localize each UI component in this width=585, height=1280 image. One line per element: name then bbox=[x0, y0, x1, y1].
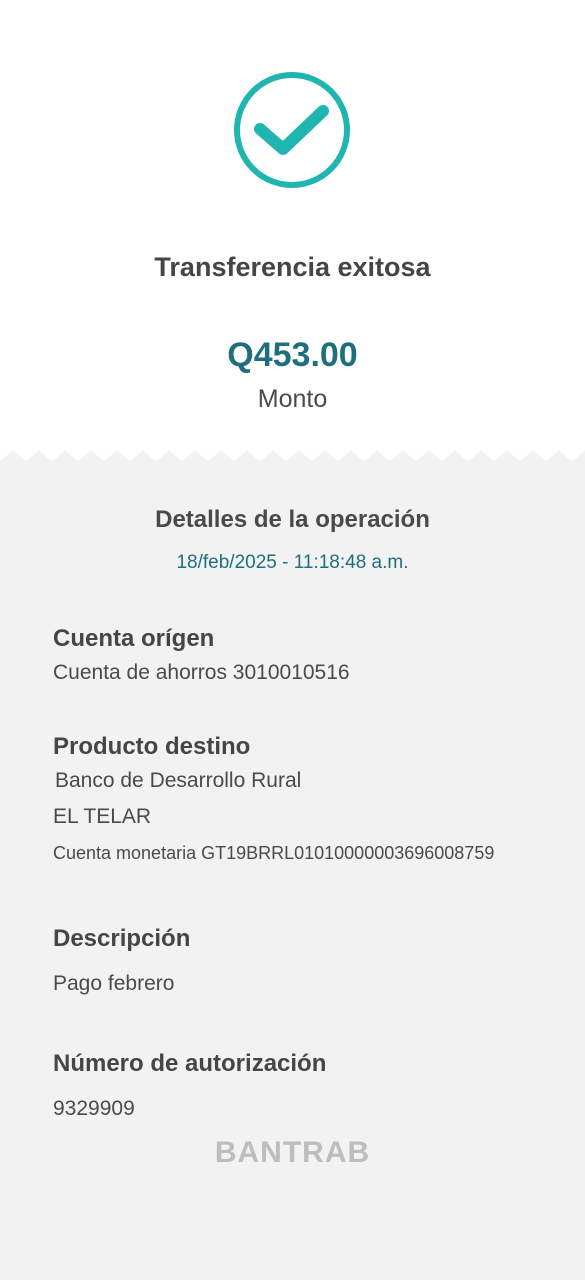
origin-account-label: Cuenta orígen bbox=[53, 625, 215, 652]
status-title: Transferencia exitosa bbox=[154, 252, 431, 282]
zigzag-divider bbox=[0, 450, 585, 466]
origin-account-value: Cuenta de ahorros 3010010516 bbox=[53, 661, 350, 684]
description-value: Pago febrero bbox=[53, 972, 175, 995]
description-label: Descripción bbox=[53, 925, 191, 952]
authorization-value: 9329909 bbox=[53, 1097, 135, 1120]
destination-product-label: Producto destino bbox=[53, 733, 251, 760]
destination-name: EL TELAR bbox=[53, 805, 152, 828]
destination-bank: Banco de Desarrollo Rural bbox=[55, 769, 302, 792]
authorization-label: Número de autorización bbox=[53, 1050, 327, 1077]
details-title: Detalles de la operación bbox=[155, 506, 430, 533]
amount-label: Monto bbox=[257, 385, 328, 413]
amount-value: Q453.00 bbox=[227, 336, 358, 374]
operation-datetime: 18/feb/2025 - 11:18:48 a.m. bbox=[176, 552, 409, 573]
brand-logo: BANTRAB bbox=[214, 1136, 371, 1169]
destination-account: Cuenta monetaria GT19BRRL010100000036960… bbox=[53, 843, 495, 863]
check-circle-icon bbox=[234, 72, 350, 188]
